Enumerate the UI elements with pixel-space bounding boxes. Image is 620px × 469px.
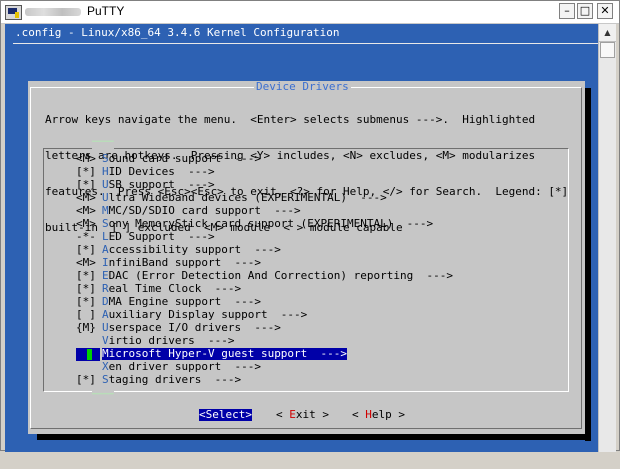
menu-item-text: nfiniBand support ---> — [108, 256, 261, 269]
menu-item-hotkey: S — [102, 217, 109, 230]
menu-item-hotkey: D — [102, 295, 109, 308]
putty-app-icon — [5, 5, 22, 20]
menu-item-hotkey: R — [102, 282, 109, 295]
close-icon[interactable]: ✕ — [597, 3, 613, 19]
menu-item-state: [*] — [76, 373, 96, 386]
menu-item-state: [*] — [76, 269, 96, 282]
menu-item-hotkey: A — [102, 308, 109, 321]
menu-item-text: taging drivers ---> — [108, 373, 242, 386]
minimize-icon[interactable]: – — [559, 3, 575, 19]
menu-item-label: Accessibility support ---> — [102, 244, 281, 256]
terminal-area[interactable]: .config - Linux/x86_64 3.4.6 Kernel Conf… — [5, 24, 598, 452]
menu-item-hotkey: M — [102, 204, 109, 217]
menu-item-text: MA Engine support ---> — [108, 295, 261, 308]
menu-item-label: Sony MemoryStick card support (EXPERIMEN… — [102, 218, 433, 230]
menu-item-text: icrosoft Hyper-V guest support ---> — [108, 347, 348, 360]
menu-item-label: Staging drivers ---> — [102, 374, 241, 386]
menu-item-state: <M> — [76, 191, 96, 204]
menu-item-state: <M> — [76, 217, 96, 230]
menu-item-text: ED Support ---> — [108, 230, 215, 243]
menu-item-text: en driver support ---> — [108, 360, 261, 373]
text-cursor — [87, 349, 92, 360]
menu-item-hotkey: U — [102, 178, 109, 191]
menu-item-label: Real Time Clock ---> — [102, 283, 241, 295]
menu-item-label: LED Support ---> — [102, 231, 215, 243]
redacted-hostname — [25, 8, 81, 16]
menu-item-state: [*] — [76, 165, 96, 178]
menu-item-label: Auxiliary Display support ---> — [102, 309, 307, 321]
menu-item-label: USB support ---> — [102, 179, 215, 191]
scroll-thumb[interactable] — [600, 42, 615, 58]
scroll-up-hint: ▔▔▔▔ — [92, 142, 114, 152]
help-line: Arrow keys navigate the menu. <Enter> se… — [45, 113, 536, 126]
menu-item-hotkey: H — [102, 165, 109, 178]
menu-item-label: Sound card support ---> — [102, 153, 261, 165]
menu-item-hotkey: M — [102, 347, 109, 360]
menu-item-hotkey: X — [102, 360, 109, 373]
menu-item-text: ltra Wideband devices (EXPERIMENTAL) ---… — [108, 191, 387, 204]
menu-item-state: -*- — [76, 230, 96, 243]
menu-item-text: ony MemoryStick card support (EXPERIMENT… — [108, 217, 434, 230]
dialog-shadow — [585, 88, 591, 441]
menu-item-text: serspace I/O drivers ---> — [108, 321, 281, 334]
help-button[interactable]: < Help > — [352, 409, 405, 421]
menu-item-label: Virtio drivers ---> — [102, 335, 234, 347]
select-button[interactable]: <Select> — [199, 409, 252, 421]
maximize-icon[interactable]: □ — [577, 3, 593, 19]
menu-item-hotkey: U — [102, 321, 109, 334]
window-title: PuTTY — [87, 4, 125, 18]
menu-item-state: [*] — [76, 295, 96, 308]
menu-item-text: irtio drivers ---> — [108, 334, 235, 347]
menu-item-text: ID Devices ---> — [108, 165, 215, 178]
scroll-up-arrow-icon[interactable]: ▲ — [599, 24, 616, 42]
menu-item[interactable]: [*] Staging drivers ---> — [43, 374, 569, 387]
menu-item-state: <M> — [76, 204, 96, 217]
config-header: .config - Linux/x86_64 3.4.6 Kernel Conf… — [15, 26, 340, 39]
menu-item-state: <M> — [76, 256, 96, 269]
menu-item-hotkey: V — [102, 334, 109, 347]
menu-item-text: uxiliary Display support ---> — [108, 308, 308, 321]
menu-item-text: SB support ---> — [108, 178, 215, 191]
menu-item-hotkey: U — [102, 191, 109, 204]
putty-window: PuTTY – □ ✕ .config - Linux/x86_64 3.4.6… — [0, 0, 620, 452]
menu-item-hotkey: L — [102, 230, 109, 243]
menu-item-hotkey: S — [102, 152, 109, 165]
menu-item-state: [*] — [76, 243, 96, 256]
menu-item-label: Ultra Wideband devices (EXPERIMENTAL) --… — [102, 192, 387, 204]
menu-item-label: InfiniBand support ---> — [102, 257, 261, 269]
vertical-scrollbar[interactable]: ▲ — [598, 24, 616, 452]
menu-item-state: <M> — [76, 152, 96, 165]
menu-item-hotkey: I — [102, 256, 109, 269]
menu-item-text: eal Time Clock ---> — [108, 282, 242, 295]
dialog-shadow — [37, 434, 591, 440]
menu-item-text: ound card support ---> — [108, 152, 261, 165]
exit-button[interactable]: < Exit > — [276, 409, 329, 421]
menu-item-label: HID Devices ---> — [102, 166, 215, 178]
menu-item-state: {M} — [76, 321, 96, 334]
title-bar[interactable]: PuTTY – □ ✕ — [1, 1, 619, 24]
header-rule — [13, 43, 598, 44]
dialog-buttons: <Select> < Exit > < Help > — [28, 409, 585, 423]
menu-item-state: [*] — [76, 282, 96, 295]
menu-item-label: MMC/SD/SDIO card support ---> — [102, 205, 301, 217]
menu-item-hotkey: A — [102, 243, 109, 256]
menu-item-hotkey: S — [102, 373, 109, 386]
menu-item-label: EDAC (Error Detection And Correction) re… — [102, 270, 453, 282]
menu-item-label: Xen driver support ---> — [102, 361, 261, 373]
menu-item-state: [ ] — [76, 308, 96, 321]
device-drivers-dialog: Device Drivers Arrow keys navigate the m… — [28, 81, 585, 434]
menu-item-text: MC/SD/SDIO card support ---> — [108, 204, 301, 217]
menu-item-label: DMA Engine support ---> — [102, 296, 261, 308]
menu-item-text: ccessibility support ---> — [108, 243, 281, 256]
menu-item-text: DAC (Error Detection And Correction) rep… — [108, 269, 453, 282]
menu-item-label: Userspace I/O drivers ---> — [102, 322, 281, 334]
menu-item-state: [*] — [76, 178, 96, 191]
menu-item-hotkey: E — [102, 269, 109, 282]
menu-item-label: Microsoft Hyper-V guest support ---> — [102, 347, 348, 360]
